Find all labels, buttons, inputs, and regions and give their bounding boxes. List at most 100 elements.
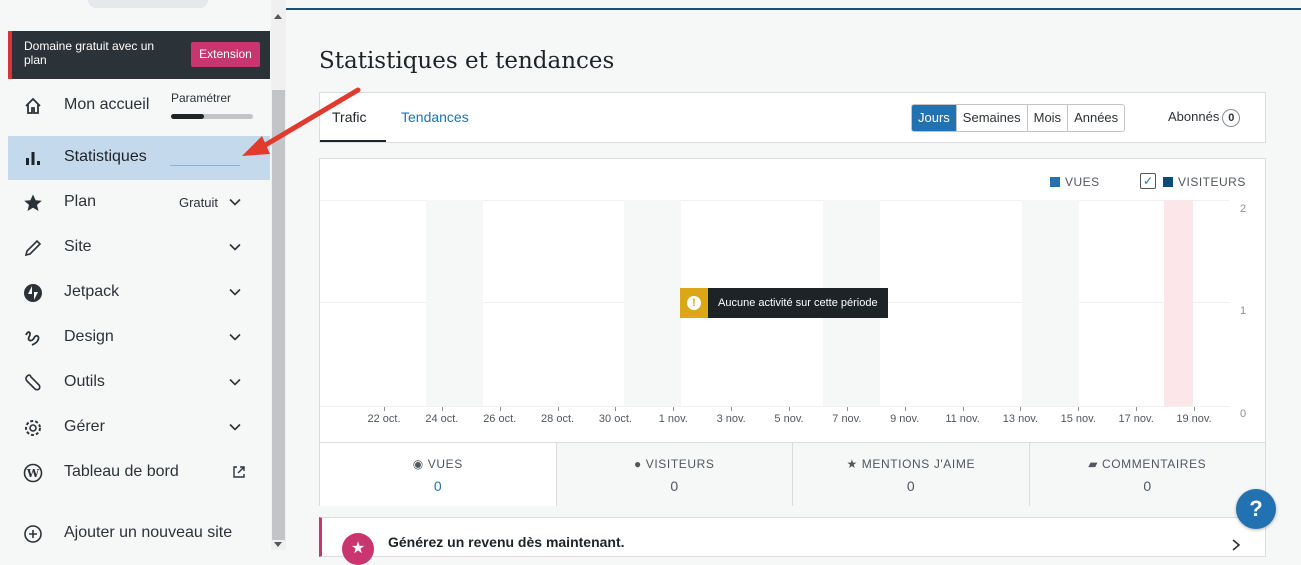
period-weeks-button[interactable]: Semaines [955,105,1027,131]
sidebar-item-site[interactable]: Site [8,226,270,270]
y-tick-label: 0 [1240,408,1247,420]
earn-revenue-text: Générez un revenu dès maintenant. [388,534,625,550]
x-tick-mark [499,407,501,411]
period-days-button[interactable]: Jours [912,105,956,131]
svg-text:W: W [26,467,40,480]
weekend-stripe [624,200,681,406]
grid-line [320,406,1230,407]
stat-visitors[interactable]: ● VISITEURS 0 [555,443,792,506]
sidebar-item-dashboard[interactable]: W Tableau de bord [8,451,270,495]
scroll-down-arrow-icon[interactable] [274,542,282,547]
x-tick-mark [1194,407,1195,411]
sidebar-item-label: Gérer [64,418,105,435]
stat-value: 0 [670,478,679,494]
home-icon [22,95,44,117]
scrollbar-thumb[interactable] [272,90,285,540]
earn-revenue-card[interactable]: ★ Générez un revenu dès maintenant. [319,517,1266,565]
user-icon: ● [633,457,642,471]
x-tick-label: 22 oct. [367,413,401,425]
sidebar-item-tools[interactable]: Outils [8,361,270,405]
sidebar-item-manage[interactable]: Gérer [8,406,270,450]
x-tick-mark [673,407,675,411]
legend-views-swatch [1050,177,1060,187]
period-years-button[interactable]: Années [1067,105,1125,131]
stat-comments[interactable]: ▰ COMMENTAIRES 0 [1028,443,1265,506]
tab-tendances[interactable]: Tendances [401,109,469,125]
chevron-down-icon [229,243,241,251]
x-tick-label: 26 oct. [483,413,517,425]
sidebar: Domaine gratuit avec un plan Extension M… [0,0,286,550]
jetpack-icon [22,282,44,304]
stat-likes[interactable]: ★ MENTIONS J'AIME 0 [792,443,1029,506]
chevron-down-icon [229,333,241,341]
design-icon [22,327,44,349]
extension-button[interactable]: Extension [191,42,260,67]
weekend-stripe [426,200,483,406]
x-tick-mark [904,407,906,411]
x-tick-mark [962,407,964,411]
x-tick-label: 30 oct. [598,413,632,425]
sidebar-scrollbar[interactable] [271,0,286,550]
sidebar-item-stats[interactable]: Statistiques [8,136,270,180]
scroll-up-arrow-icon[interactable] [274,14,282,19]
chevron-down-icon [229,198,241,206]
sidebar-item-label: Outils [64,373,105,390]
x-tick-label: 7 nov. [832,413,862,425]
no-activity-text: Aucune activité sur cette période [718,297,878,309]
legend-visitors[interactable]: VISITEURS [1163,175,1246,189]
tab-trafic[interactable]: Trafic [332,109,366,125]
period-selector: Jours Semaines Mois Années [911,104,1126,132]
x-tick-mark [384,407,385,411]
y-tick-label: 2 [1240,203,1247,215]
subscribers-tab[interactable]: Abonnés 0 [1168,109,1241,127]
x-tick-label: 3 nov. [716,413,746,425]
sidebar-item-label: Site [64,238,92,255]
sidebar-item-label: Mon accueil [64,96,150,113]
sidebar-item-jetpack[interactable]: Jetpack [8,271,270,315]
stats-summary-row: ◉ VUES 0 ● VISITEURS 0 ★ MENTIONS J'AIME… [320,442,1265,506]
star-icon [22,192,44,214]
subscribers-label: Abonnés [1168,109,1220,124]
sidebar-item-plan[interactable]: Plan Gratuit [8,181,270,225]
sidebar-item-add-site[interactable]: Ajouter un nouveau site [8,512,270,550]
period-months-button[interactable]: Mois [1026,105,1068,131]
legend-visitors-swatch [1163,177,1173,187]
chevron-down-icon [229,378,241,386]
star-icon: ★ [342,533,374,565]
stat-value: 0 [1143,478,1152,494]
subscribers-count: 0 [1222,109,1241,127]
help-button[interactable]: ? [1236,489,1276,529]
masterbar-divider [286,8,1301,10]
wordpress-icon: W [22,462,44,484]
setup-label[interactable]: Paramétrer [171,91,231,105]
stat-label: VUES [427,457,463,471]
x-tick-label: 5 nov. [774,413,804,425]
domain-upsell-banner[interactable]: Domaine gratuit avec un plan Extension [8,31,270,79]
chevron-down-icon [229,423,241,431]
comment-icon: ▰ [1088,457,1099,471]
sidebar-item-label: Jetpack [64,283,120,300]
pencil-icon [22,237,44,259]
x-tick-label: 15 nov. [1060,413,1096,425]
stat-label: COMMENTAIRES [1101,457,1207,471]
warning-icon: ! [680,288,708,318]
stat-views[interactable]: ◉ VUES 0 [320,443,556,506]
stat-label: VISITEURS [645,457,715,471]
weekend-stripe [1022,200,1079,406]
stat-value: 0 [433,478,442,494]
x-tick-label: 28 oct. [541,413,575,425]
visitors-checkbox[interactable]: ✓ [1140,173,1156,189]
legend-visitors-label: VISITEURS [1178,175,1246,189]
today-highlight [1164,200,1193,406]
x-tick-label: 17 nov. [1118,413,1154,425]
plus-circle-icon [22,523,44,545]
legend-views-label: VUES [1065,175,1100,189]
x-tick-mark [846,407,848,411]
legend-views[interactable]: VUES [1050,175,1100,189]
chevron-down-icon [229,288,241,296]
sidebar-item-design[interactable]: Design [8,316,270,360]
setup-progress-bar [171,114,253,119]
active-tab-underline [320,140,386,142]
stats-underline [170,165,240,166]
eye-icon: ◉ [412,457,424,471]
